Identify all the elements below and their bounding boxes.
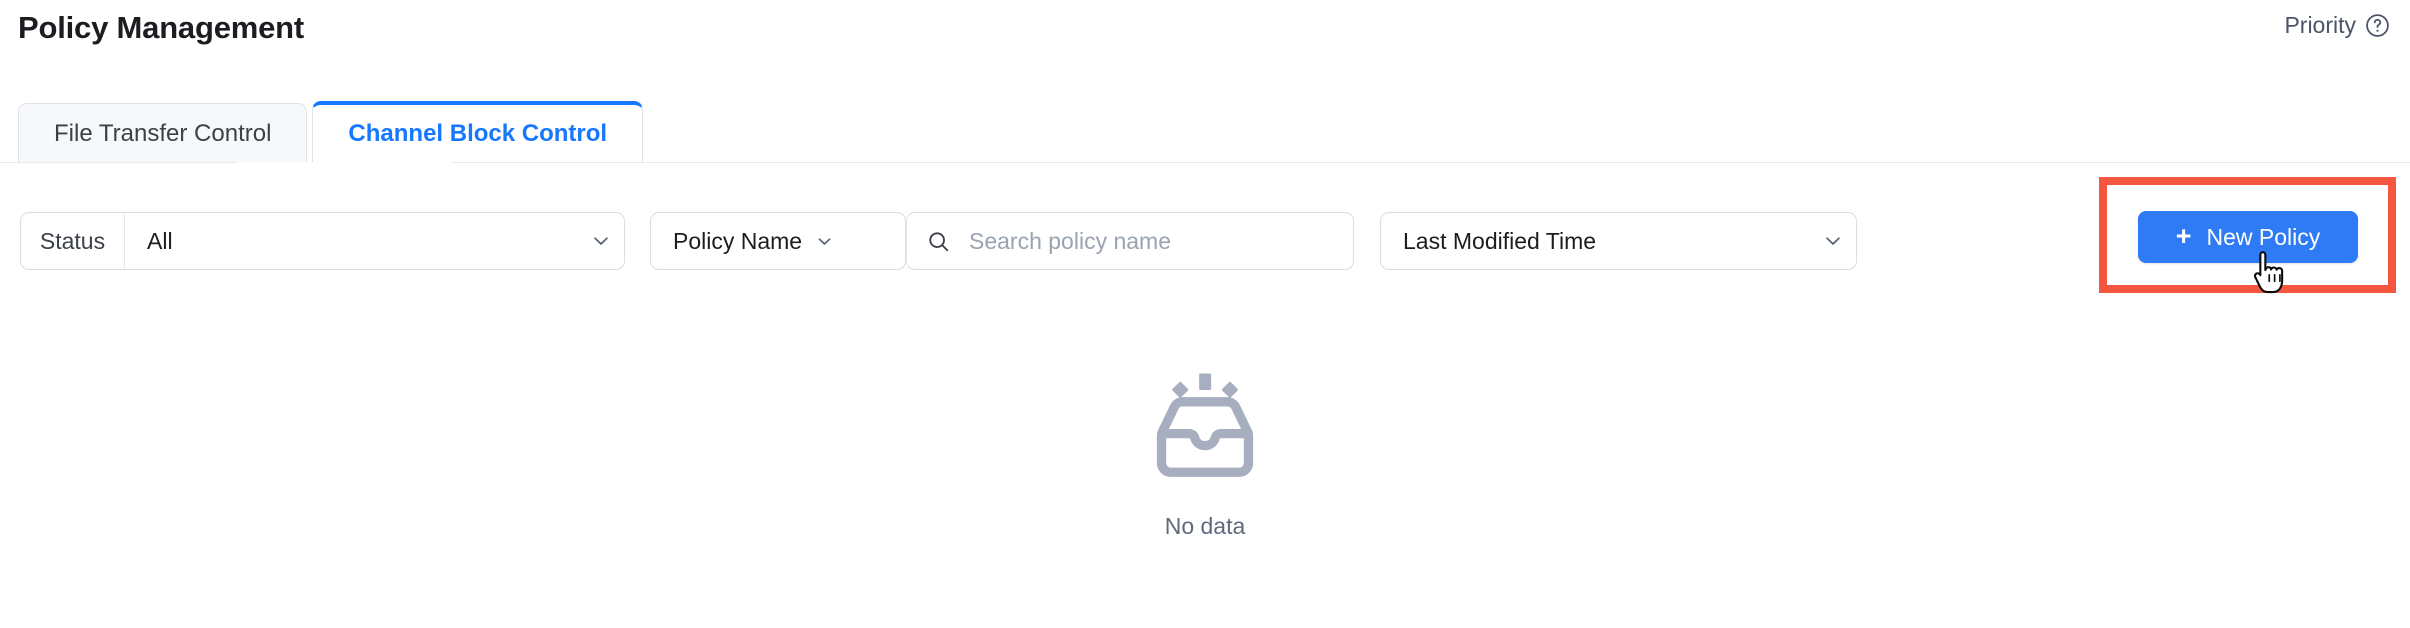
- new-policy-button[interactable]: + New Policy: [2138, 211, 2358, 263]
- page-title: Policy Management: [18, 10, 305, 45]
- empty-inbox-icon: [1150, 370, 1260, 485]
- tab-underline-gap: [237, 162, 451, 163]
- empty-state: No data: [0, 370, 2410, 540]
- last-modified-time-select[interactable]: Last Modified Time: [1380, 212, 1857, 270]
- plus-icon: +: [2175, 220, 2192, 251]
- new-policy-button-label: New Policy: [2206, 223, 2321, 250]
- chevron-down-icon[interactable]: [578, 230, 624, 252]
- policy-name-label: Policy Name: [673, 227, 803, 254]
- last-modified-time-label: Last Modified Time: [1403, 227, 1597, 254]
- tab-bar: File Transfer Control Channel Block Cont…: [18, 99, 644, 163]
- empty-state-text: No data: [1164, 513, 1246, 539]
- filter-toolbar: Status All Policy Name Search policy nam…: [0, 180, 2410, 290]
- tab-label: File Transfer Control: [54, 119, 272, 147]
- priority-control[interactable]: Priority: [2284, 12, 2390, 39]
- status-filter-value: All: [147, 227, 173, 254]
- status-filter-select[interactable]: Status All: [20, 212, 625, 270]
- question-circle-icon[interactable]: [2365, 13, 2390, 38]
- page-header: Policy Management Priority: [0, 0, 2410, 62]
- tab-file-transfer-control[interactable]: File Transfer Control: [18, 103, 308, 163]
- chevron-down-icon[interactable]: [802, 232, 846, 251]
- policy-name-field-select[interactable]: Policy Name: [650, 212, 906, 270]
- policy-management-page: Policy Management Priority File Transfer…: [0, 0, 2410, 628]
- tab-label: Channel Block Control: [348, 120, 608, 147]
- tab-bar-underline: [0, 162, 2410, 163]
- priority-label: Priority: [2284, 12, 2356, 38]
- chevron-down-icon[interactable]: [1810, 230, 1856, 252]
- tab-channel-block-control[interactable]: Channel Block Control: [312, 101, 644, 163]
- search-input[interactable]: [969, 221, 1339, 261]
- search-policy-name-box[interactable]: [906, 212, 1354, 270]
- search-icon: [907, 229, 969, 254]
- status-filter-label: Status: [21, 213, 125, 269]
